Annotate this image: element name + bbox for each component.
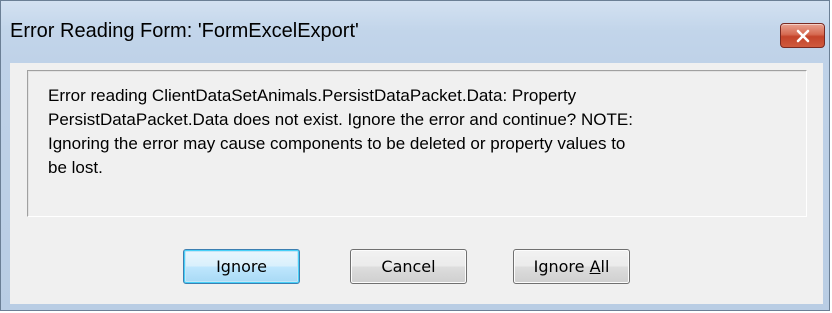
dialog-client-area: Error reading ClientDataSetAnimals.Persi… (10, 63, 823, 304)
message-line: Error reading ClientDataSetAnimals.Persi… (48, 86, 577, 105)
title-bar[interactable]: Error Reading Form: 'FormExcelExport' (1, 1, 829, 63)
error-message: Error reading ClientDataSetAnimals.Persi… (48, 84, 794, 180)
close-x-icon (796, 29, 809, 42)
ignore-button-label: Ignore (216, 257, 267, 276)
message-line: PersistDataPacket.Data does not exist. I… (48, 110, 633, 129)
ignore-all-button[interactable]: Ignore All (513, 249, 630, 284)
message-line: Ignoring the error may cause components … (48, 134, 626, 153)
cancel-button-label: Cancel (381, 257, 436, 276)
close-button[interactable] (780, 23, 825, 48)
message-line: be lost. (48, 158, 103, 177)
cancel-button[interactable]: Cancel (350, 249, 467, 284)
ignore-button[interactable]: Ignore (183, 249, 300, 284)
dialog-title: Error Reading Form: 'FormExcelExport' (10, 20, 359, 42)
message-panel: Error reading ClientDataSetAnimals.Persi… (27, 70, 807, 217)
error-dialog-window: Error Reading Form: 'FormExcelExport' Er… (0, 0, 830, 311)
ignore-all-button-label: Ignore All (533, 257, 610, 276)
